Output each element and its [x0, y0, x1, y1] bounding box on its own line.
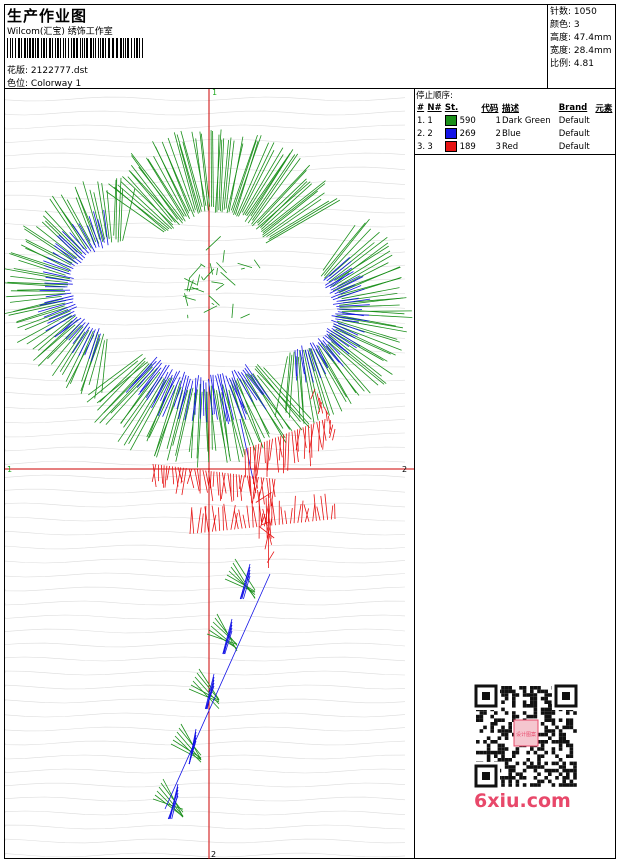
color-table-header: # N# St. 代码 描述 Brand 元素 [416, 101, 615, 114]
col-element: 元素 [595, 103, 613, 114]
stats-panel: 针数: 1050 颜色: 3 高度: 47.4mm 宽度: 28.4mm 比例:… [550, 6, 612, 71]
stat-ratio: 比例: 4.81 [550, 59, 594, 69]
axis-label-right: 2 [402, 465, 407, 474]
col-brand: Brand [558, 102, 588, 113]
color-swatch [444, 128, 457, 139]
color-row: 2. 2 269 2 Blue Default [417, 128, 590, 139]
color-swatch [444, 141, 457, 152]
embroidery-design-canvas: 1 2 1 2 [5, 89, 414, 859]
axis-label-bottom: 2 [211, 850, 216, 859]
col-code: 代码 [481, 103, 499, 114]
watermark-logo: 6xiu.com [474, 790, 571, 812]
col-needle: N# [427, 102, 442, 113]
stat-height: 高度: 47.4mm [550, 33, 612, 43]
qr-code: 设计图案 [470, 680, 582, 792]
color-table: # N# St. 代码 描述 Brand 元素 1. 1 590 1 Dark … [416, 101, 615, 153]
stat-width: 宽度: 28.4mm [550, 46, 612, 56]
legend-bottom-line [414, 154, 615, 155]
stat-colors: 颜色: 3 [550, 20, 580, 30]
col-index: # [417, 102, 425, 113]
legend-heading: 停止顺序: [416, 91, 453, 101]
file-name: 2122777.dst [30, 66, 88, 76]
page-title: 生产作业图 [7, 7, 88, 25]
stats-divider [547, 5, 548, 89]
company-name: Wilcom(汇宝) 绣饰工作室 [7, 27, 113, 37]
color-row: 1. 1 590 1 Dark Green Default [417, 115, 590, 126]
file-info: 花版: 2122777.dst [7, 63, 88, 76]
color-swatch [444, 115, 457, 126]
axis-label-top: 1 [212, 89, 217, 97]
axis-label-left: 1 [7, 465, 12, 474]
col-stitches: St. [444, 102, 459, 113]
color-row: 3. 3 189 3 Red Default [417, 141, 590, 152]
qr-stamp: 设计图案 [516, 731, 536, 738]
col-description: 描述 [501, 103, 519, 114]
stat-stitches: 针数: 1050 [550, 7, 597, 17]
legend-divider [414, 88, 415, 859]
barcode [7, 38, 143, 58]
file-label: 花版: [7, 66, 29, 76]
